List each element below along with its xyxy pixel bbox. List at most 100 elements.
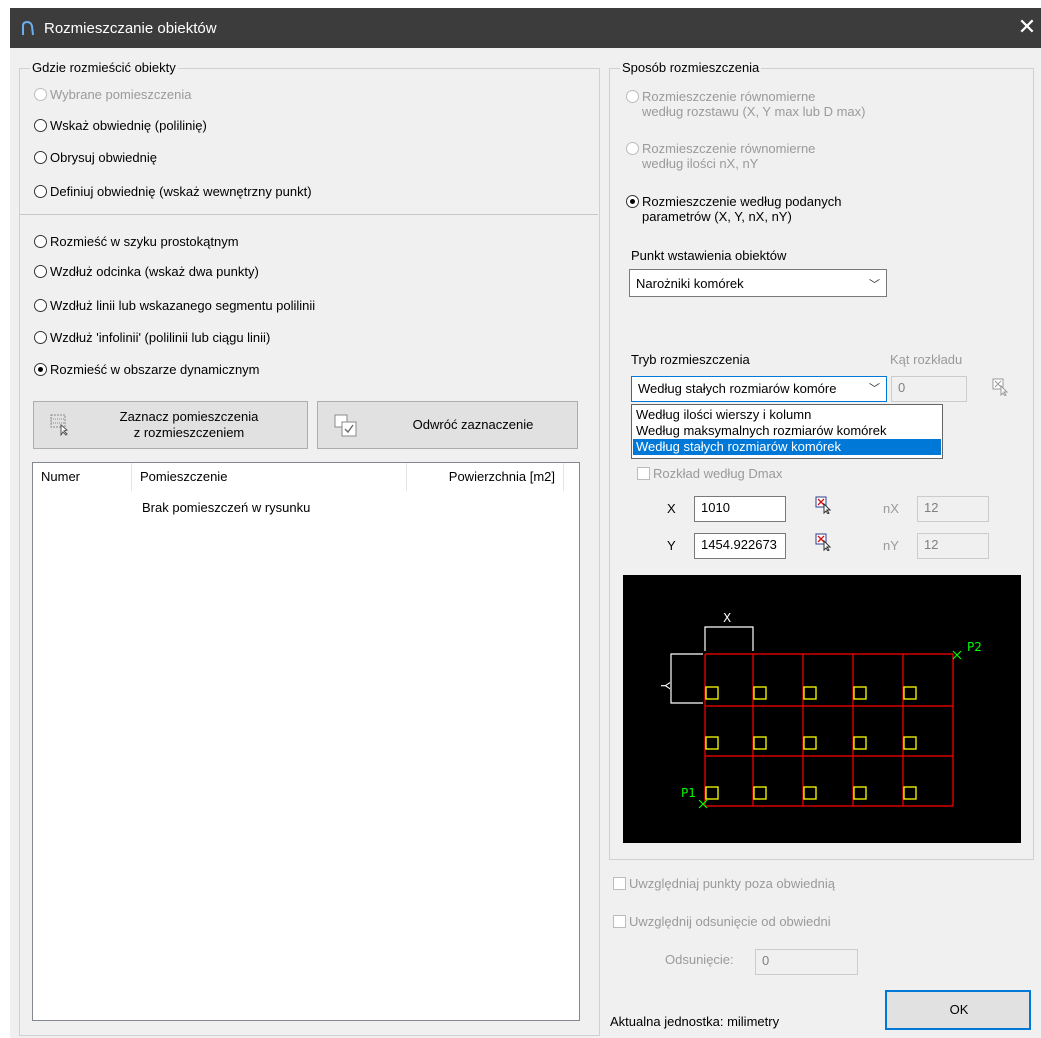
- select-value: Według stałych rozmiarów komóre: [638, 381, 837, 396]
- radio-label-line2: według ilości nX, nY: [642, 156, 759, 171]
- rooms-table[interactable]: Numer Pomieszczenie Powierzchnia [m2] Br…: [32, 462, 580, 1021]
- dropdown-option-selected[interactable]: Według stałych rozmiarów komórek: [633, 439, 941, 455]
- mode-dropdown-list[interactable]: Według ilości wierszy i kolumn Według ma…: [631, 404, 943, 459]
- layout-preview: X Y P1 P2: [623, 575, 1021, 843]
- preview-grid: [704, 653, 954, 807]
- radio-circle: [34, 151, 47, 164]
- button-label: Odwróć zaznaczenie: [412, 417, 534, 432]
- radio-label: Wybrane pomieszczenia: [50, 87, 192, 102]
- empty-table-message: Brak pomieszczeń w rysunku: [142, 500, 311, 515]
- checkbox-label: Rozkład według Dmax: [653, 466, 783, 481]
- dropdown-option[interactable]: Według ilości wierszy i kolumn: [633, 407, 941, 423]
- where-group-title: Gdzie rozmieścić obiekty: [30, 60, 178, 75]
- radio-circle: [626, 90, 639, 103]
- x-label: X: [667, 501, 676, 516]
- radio-label: Wzdłuż 'infolinii' (polilinii lub ciągu …: [50, 330, 271, 345]
- radio-circle: [34, 331, 47, 344]
- radio-selected-rooms[interactable]: Wybrane pomieszczenia: [34, 87, 192, 102]
- radio-dynamic-area[interactable]: Rozmieść w obszarze dynamicznym: [34, 362, 260, 377]
- dialog-window: Rozmieszczanie obiektów ✕ Gdzie rozmieśc…: [10, 8, 1041, 1038]
- include-offset-checkbox[interactable]: Uwzględnij odsunięcie od obwiedni: [613, 914, 831, 929]
- radio-circle: [34, 88, 47, 101]
- radio-along-infoline[interactable]: Wzdłuż 'infolinii' (polilinii lub ciągu …: [34, 330, 270, 345]
- radio-label: Wzdłuż linii lub wskazanego segmentu pol…: [50, 298, 316, 313]
- chevron-down-icon: ﹀: [869, 279, 880, 291]
- object-marker: [803, 686, 817, 700]
- y-dimension-bracket: [670, 653, 703, 704]
- radio-along-line[interactable]: Wzdłuż linii lub wskazanego segmentu pol…: [34, 298, 315, 313]
- close-icon[interactable]: ✕: [1014, 14, 1040, 40]
- pick-angle-icon[interactable]: [992, 378, 1010, 396]
- radio-uniform-spacing[interactable]: Rozmieszczenie równomierne według rozstaw…: [626, 89, 866, 119]
- dropdown-option[interactable]: Według maksymalnych rozmiarów komórek: [633, 423, 941, 439]
- radio-draw-outline[interactable]: Obrysuj obwiednię: [34, 150, 157, 165]
- radio-circle: [34, 265, 47, 278]
- column-header-area[interactable]: Powierzchnia [m2]: [407, 463, 564, 491]
- column-header-number[interactable]: Numer: [33, 463, 132, 491]
- preview-x-label: X: [723, 611, 731, 625]
- pick-y-icon[interactable]: [815, 533, 833, 551]
- nx-label: nX: [883, 501, 899, 516]
- title-bar: Rozmieszczanie obiektów ✕: [10, 8, 1041, 48]
- y-label: Y: [667, 538, 676, 553]
- radio-along-segment[interactable]: Wzdłuż odcinka (wskaż dwa punkty): [34, 264, 259, 279]
- radio-circle: [626, 142, 639, 155]
- checkbox-label: Uwzględniaj punkty poza obwiednią: [629, 876, 835, 891]
- p2-marker: [952, 650, 962, 660]
- object-marker: [753, 686, 767, 700]
- include-outside-points-checkbox[interactable]: Uwzględniaj punkty poza obwiednią: [613, 876, 835, 891]
- preview-p1-label: P1: [681, 786, 696, 800]
- radio-label-line1: Rozmieszczenie według podanych: [642, 194, 842, 209]
- separator: [20, 214, 598, 215]
- x-dimension-bracket: [704, 626, 754, 651]
- object-marker: [853, 736, 867, 750]
- ok-button[interactable]: OK: [885, 990, 1031, 1030]
- radio-circle: [34, 119, 47, 132]
- radio-label-line2: według rozstawu (X, Y max lub D max): [642, 104, 866, 119]
- radio-circle: [626, 195, 639, 208]
- radio-define-outline[interactable]: Definiuj obwiednię (wskaż wewnętrzny pun…: [34, 184, 312, 199]
- radio-label: Wskaż obwiednię (polilinię): [50, 118, 207, 133]
- preview-y-label: Y: [658, 681, 672, 690]
- column-header-room[interactable]: Pomieszczenie: [132, 463, 407, 491]
- offset-input[interactable]: 0: [755, 949, 858, 975]
- insert-point-select[interactable]: Narożniki komórek ﹀: [629, 269, 887, 297]
- app-icon: [22, 20, 34, 36]
- radio-label-line1: Rozmieszczenie równomierne: [642, 89, 816, 104]
- radio-circle: [34, 235, 47, 248]
- ny-input[interactable]: 12: [917, 533, 989, 559]
- layout-preview-drawing: X Y P1 P2: [658, 611, 982, 809]
- radio-pick-outline[interactable]: Wskaż obwiednię (polilinię): [34, 118, 207, 133]
- object-marker: [705, 686, 719, 700]
- x-input[interactable]: 1010: [694, 496, 786, 522]
- radio-label: Rozmieść w obszarze dynamicznym: [50, 362, 260, 377]
- mode-label: Tryb rozmieszczenia: [631, 352, 750, 367]
- radio-label: Rozmieść w szyku prostokątnym: [50, 234, 239, 249]
- radio-label-line1: Rozmieszczenie równomierne: [642, 141, 816, 156]
- insert-point-label: Punkt wstawienia obiektów: [631, 248, 787, 263]
- mode-select[interactable]: Według stałych rozmiarów komóre ﹀: [631, 376, 887, 402]
- object-marker: [705, 786, 719, 800]
- object-marker: [903, 786, 917, 800]
- chevron-down-icon: ﹀: [869, 383, 880, 395]
- radio-given-parameters[interactable]: Rozmieszczenie według podanych parametrów…: [626, 194, 841, 224]
- radio-label: Wzdłuż odcinka (wskaż dwa punkty): [50, 264, 259, 279]
- radio-uniform-count[interactable]: Rozmieszczenie równomierne według ilości …: [626, 141, 815, 171]
- p1-marker: [698, 799, 708, 809]
- checkbox-box: [613, 877, 626, 890]
- invert-selection-button[interactable]: Odwróć zaznaczenie: [317, 401, 578, 449]
- object-marker: [753, 736, 767, 750]
- button-label-line2: z rozmieszczeniem: [133, 425, 245, 440]
- object-marker: [903, 686, 917, 700]
- y-input[interactable]: 1454.922673: [694, 533, 786, 559]
- button-label: OK: [949, 1002, 969, 1017]
- radio-rectangular-array[interactable]: Rozmieść w szyku prostokątnym: [34, 234, 239, 249]
- radio-circle: [34, 363, 47, 376]
- select-rooms-button[interactable]: Zaznacz pomieszczenia z rozmieszczeniem: [33, 401, 308, 449]
- radio-label: Obrysuj obwiednię: [50, 150, 157, 165]
- pick-x-icon[interactable]: [815, 496, 833, 514]
- checkbox-box: [613, 915, 626, 928]
- nx-input[interactable]: 12: [917, 496, 989, 522]
- dmax-checkbox[interactable]: Rozkład według Dmax: [637, 466, 782, 481]
- angle-input[interactable]: 0: [891, 376, 967, 402]
